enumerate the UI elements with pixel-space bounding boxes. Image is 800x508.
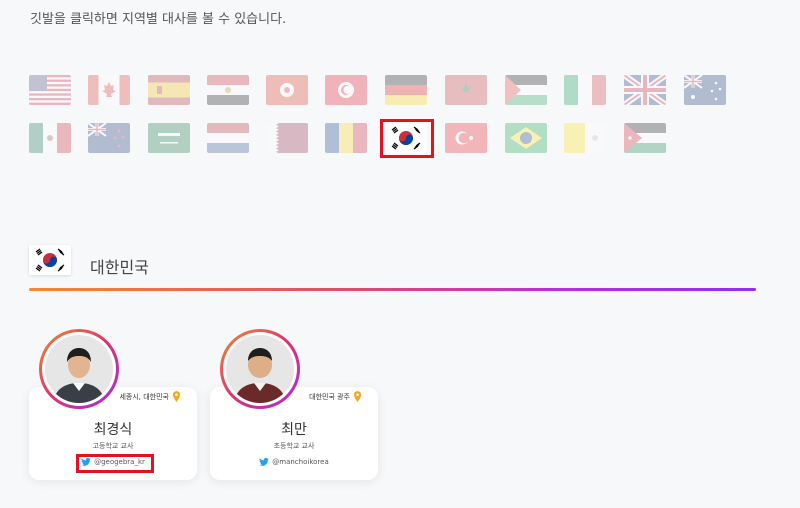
ambassador-role: 초등학교 교사 <box>273 442 315 450</box>
ambassador-role: 고등학교 교사 <box>92 442 134 450</box>
germany-flag-icon[interactable] <box>385 75 427 105</box>
twitter-link[interactable]: @manchoikorea <box>210 458 378 466</box>
south-korea-flag-icon[interactable] <box>385 123 427 153</box>
jordan-flag-icon[interactable] <box>624 123 666 153</box>
canada-flag-icon[interactable] <box>88 75 130 105</box>
instruction-text: 깃발을 클릭하면 지역별 대사를 볼 수 있습니다. <box>30 12 287 27</box>
italy-flag-icon[interactable] <box>564 75 606 105</box>
twitter-icon <box>81 458 91 466</box>
netherlands-flag-icon[interactable] <box>207 123 249 153</box>
egypt-flag-icon[interactable] <box>207 75 249 105</box>
twitter-link[interactable]: @geogebra_kr <box>29 458 197 466</box>
location-label: 대한민국 광주 <box>309 391 362 402</box>
australia-flag-icon[interactable] <box>684 75 726 105</box>
saudi-arabia-flag-icon[interactable] <box>148 123 190 153</box>
twitter-handle: @geogebra_kr <box>94 458 145 466</box>
romania-flag-icon[interactable] <box>325 123 367 153</box>
hong-kong-flag-icon[interactable] <box>266 75 308 105</box>
mexico-flag-icon[interactable] <box>29 123 71 153</box>
brazil-flag-icon[interactable] <box>505 123 547 153</box>
location-text: 대한민국 광주 <box>309 392 350 401</box>
pin-icon <box>172 391 181 402</box>
morocco-flag-icon[interactable] <box>445 75 487 105</box>
twitter-icon <box>259 458 270 466</box>
section-divider <box>29 288 756 291</box>
location-text: 세종시, 대한민국 <box>119 392 169 401</box>
south-korea-flag-icon <box>29 245 71 275</box>
location-label: 세종시, 대한민국 <box>119 391 181 402</box>
turkey-flag-icon[interactable] <box>445 123 487 153</box>
vatican-flag-icon[interactable] <box>564 123 606 153</box>
avatar <box>220 329 300 409</box>
new-zealand-flag-icon[interactable] <box>88 123 130 153</box>
twitter-handle: @manchoikorea <box>272 458 329 466</box>
pin-icon <box>353 391 362 402</box>
usa-flag-icon[interactable] <box>29 75 71 105</box>
ambassador-name: 최경식 <box>93 422 133 438</box>
avatar <box>39 329 119 409</box>
qatar-flag-icon[interactable] <box>266 123 308 153</box>
spain-flag-icon[interactable] <box>148 75 190 105</box>
country-heading: 대한민국 <box>90 258 149 277</box>
ambassador-name: 최만 <box>281 422 307 438</box>
uk-flag-icon[interactable] <box>624 75 666 105</box>
palestine-flag-icon[interactable] <box>505 75 547 105</box>
tunisia-flag-icon[interactable] <box>325 75 367 105</box>
